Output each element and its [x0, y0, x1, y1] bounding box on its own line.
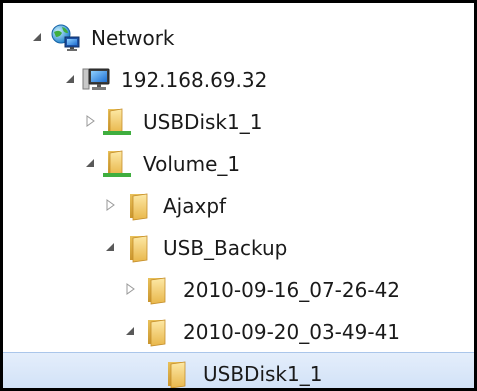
tree-item-folder-usbdisk-selected[interactable]: USBDisk1_1 — [3, 352, 474, 388]
shared-folder-icon — [103, 108, 131, 135]
tree-item-label: 2010-09-20_03-49-41 — [183, 320, 401, 344]
tree-item-computer[interactable]: 192.168.69.32 — [3, 59, 474, 101]
shared-folder-icon — [103, 150, 131, 177]
tree-item-label: USBDisk1_1 — [203, 362, 323, 386]
expanded-arrow-icon[interactable] — [63, 72, 77, 86]
network-globe-icon — [51, 24, 80, 51]
folder-icon — [130, 235, 148, 263]
expanded-arrow-icon[interactable] — [103, 240, 117, 254]
navigation-tree-panel: Network 192.168.69.32 USBDisk1_1 Volume_… — [0, 0, 477, 391]
folder-icon — [148, 319, 166, 347]
tree-item-folder-ajaxpf[interactable]: Ajaxpf — [3, 185, 474, 227]
tree-item-share-usbdisk[interactable]: USBDisk1_1 — [3, 101, 474, 143]
tree-item-share-volume[interactable]: Volume_1 — [3, 143, 474, 185]
folder-icon — [168, 361, 186, 388]
tree-item-label: Network — [91, 26, 175, 50]
folder-icon — [130, 193, 148, 221]
tree-item-label: Volume_1 — [143, 152, 241, 176]
tree-item-folder-backup-2010-09-16[interactable]: 2010-09-16_07-26-42 — [3, 269, 474, 311]
computer-icon — [82, 68, 110, 90]
expanded-arrow-icon[interactable] — [123, 324, 137, 338]
collapsed-arrow-icon[interactable] — [83, 114, 97, 128]
tree-item-network[interactable]: Network — [3, 17, 474, 59]
tree-item-label: USBDisk1_1 — [143, 110, 263, 134]
tree-item-label: 2010-09-16_07-26-42 — [183, 278, 401, 302]
expanded-arrow-icon[interactable] — [83, 156, 97, 170]
tree-item-label: USB_Backup — [163, 236, 288, 260]
folder-icon — [148, 277, 166, 305]
tree-item-label: Ajaxpf — [163, 194, 227, 218]
tree-item-folder-usb-backup[interactable]: USB_Backup — [3, 227, 474, 269]
collapsed-arrow-icon[interactable] — [123, 282, 137, 296]
collapsed-arrow-icon[interactable] — [103, 198, 117, 212]
tree-item-folder-backup-2010-09-20[interactable]: 2010-09-20_03-49-41 — [3, 311, 474, 353]
expanded-arrow-icon[interactable] — [30, 30, 44, 44]
tree-item-label: 192.168.69.32 — [121, 68, 268, 92]
